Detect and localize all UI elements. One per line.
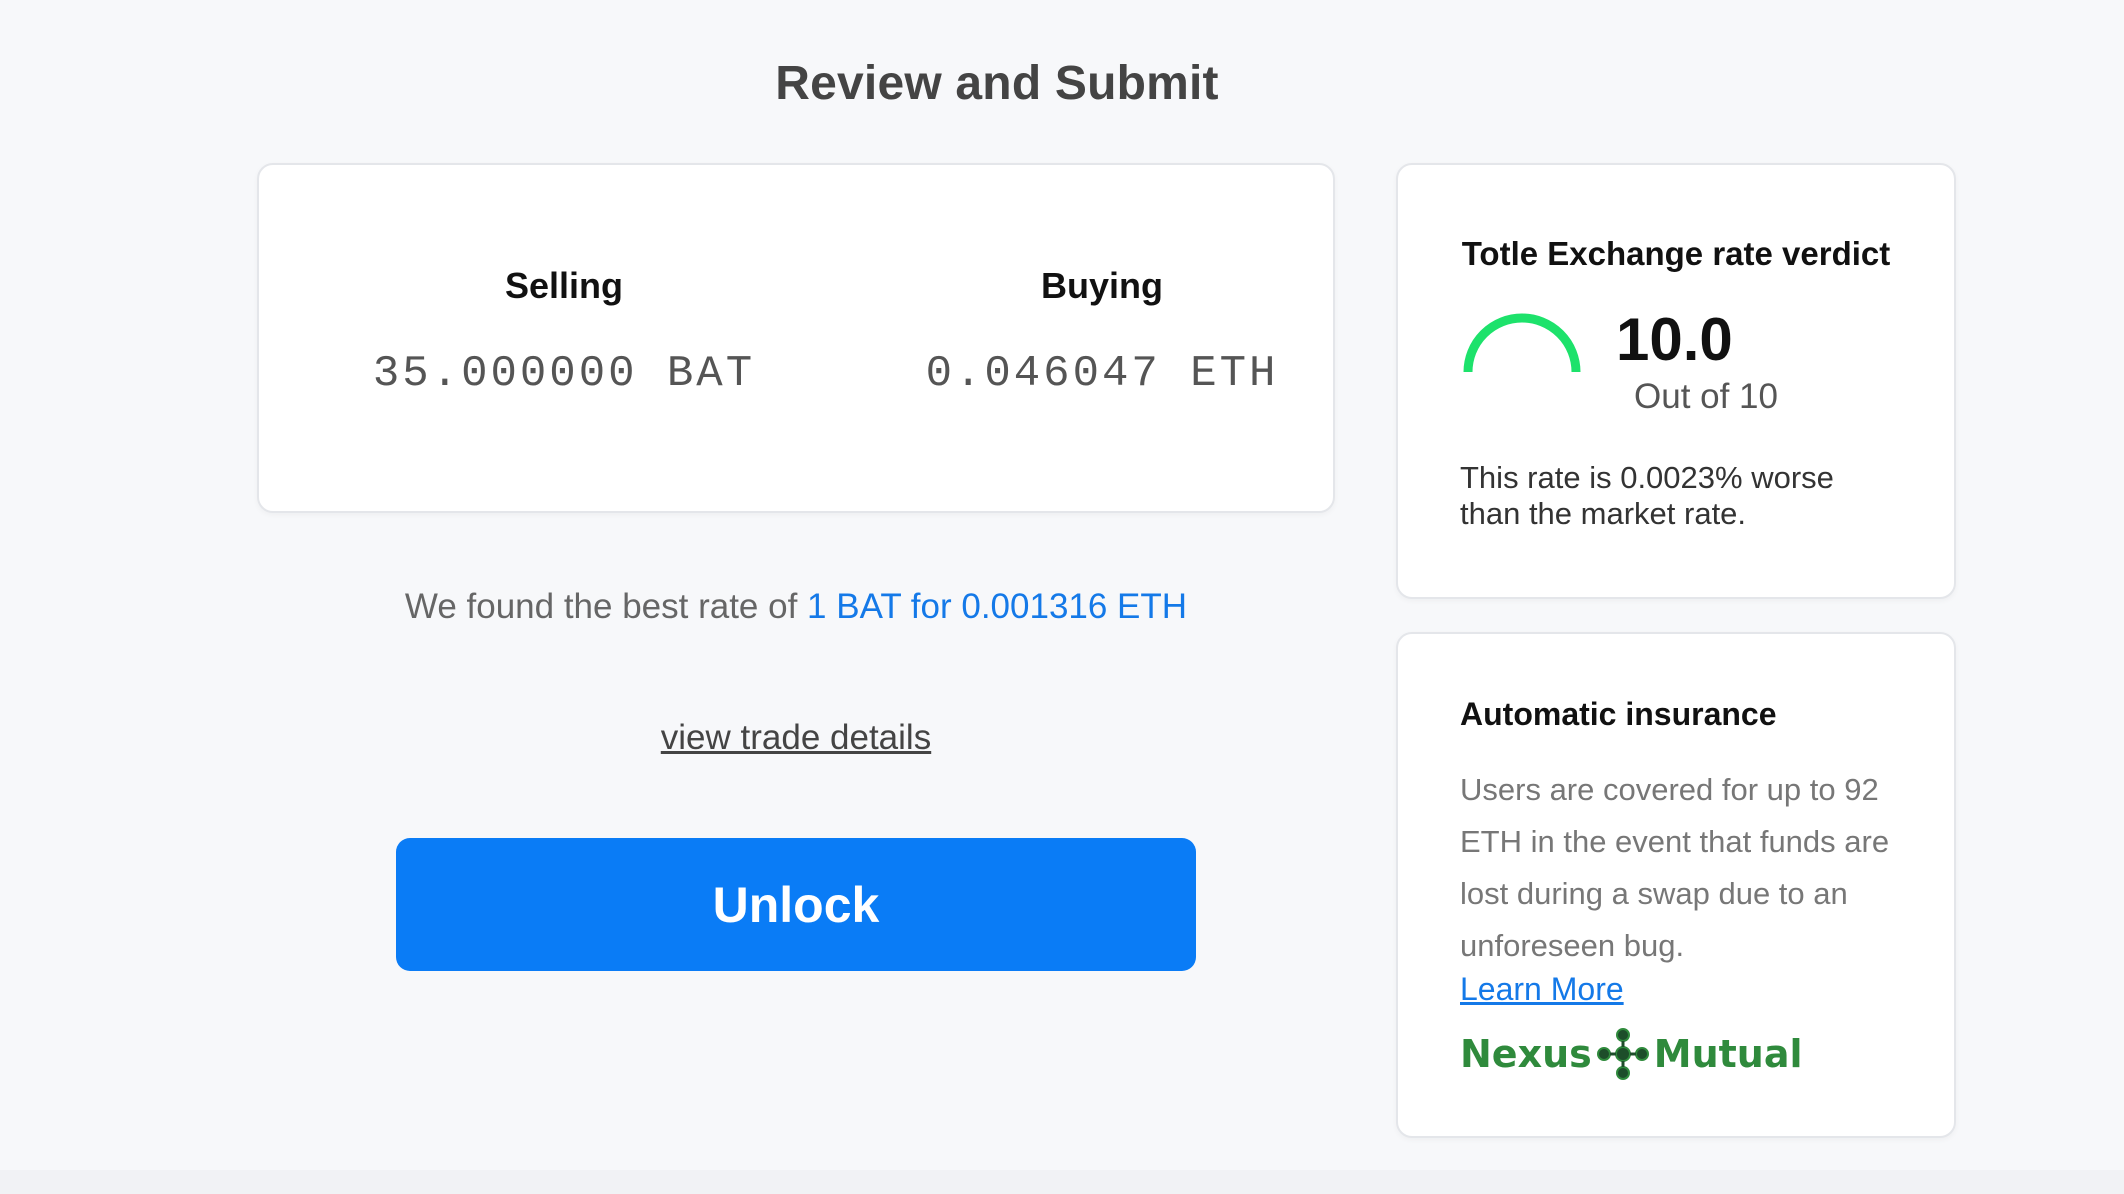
insurance-body: Users are covered for up to 92 ETH in th…	[1460, 772, 1890, 963]
insurance-card: Automatic insurance Users are covered fo…	[1396, 632, 1956, 1138]
page-footer-band	[0, 1170, 2124, 1194]
best-rate-value: 1 BAT for 0.001316 ETH	[807, 587, 1188, 626]
rate-verdict-card: Totle Exchange rate verdict 10.0 Out of …	[1396, 163, 1956, 599]
trade-summary-card: Selling 35.000000 BAT Buying 0.046047 ET…	[257, 163, 1335, 513]
trade-details-container: view trade details	[257, 718, 1335, 758]
selling-column: Selling 35.000000 BAT	[314, 265, 814, 399]
unlock-button[interactable]: Unlock	[396, 838, 1196, 971]
verdict-score: 10.0	[1616, 306, 1733, 373]
verdict-title: Totle Exchange rate verdict	[1461, 235, 1891, 272]
nexus-logo-right: Mutual	[1653, 1032, 1803, 1076]
buying-column: Buying 0.046047 ETH	[852, 265, 1352, 399]
buying-label: Buying	[1041, 265, 1163, 306]
nexus-logo-left: Nexus	[1460, 1032, 1592, 1076]
insurance-title: Automatic insurance	[1460, 696, 1777, 732]
page-title: Review and Submit	[775, 57, 1219, 110]
verdict-note: This rate is 0.0023% worse than the mark…	[1460, 460, 1834, 531]
rate-gauge-icon	[1463, 313, 1581, 373]
view-trade-details-link[interactable]: view trade details	[661, 718, 931, 757]
learn-more-link[interactable]: Learn More	[1460, 971, 1624, 1008]
nexus-mutual-logo-icon	[1596, 1028, 1649, 1080]
selling-amount: 35.000000 BAT	[372, 349, 756, 399]
verdict-out-of: Out of 10	[1634, 377, 1778, 416]
best-rate-prefix: We found the best rate of	[404, 587, 808, 626]
nexus-mutual-logo: Nexus Mutual	[1460, 1024, 1803, 1084]
best-rate-text: We found the best rate of 1 BAT for 0.00…	[257, 587, 1335, 627]
buying-amount: 0.046047 ETH	[925, 349, 1279, 399]
selling-label: Selling	[504, 265, 624, 306]
